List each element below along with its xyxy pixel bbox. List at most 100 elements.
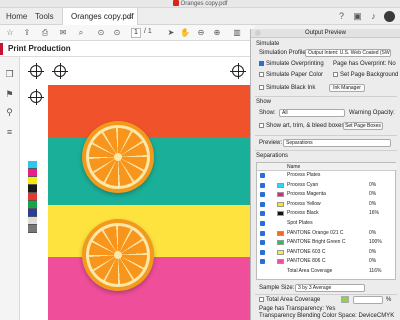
warning-opacity-label: Warning Opacity: — [349, 110, 395, 116]
tab-home[interactable]: Home — [6, 12, 27, 21]
separation-swatch — [277, 240, 284, 246]
separation-row[interactable]: PANTONE Orange 021 C 0% — [257, 230, 397, 237]
tac-value-input[interactable] — [353, 296, 383, 304]
sample-size-select[interactable]: 3 by 3 Average — [295, 284, 365, 292]
pages-thumbnail-icon[interactable]: ❐ — [4, 69, 15, 80]
document-canvas[interactable] — [20, 57, 255, 320]
separation-checkbox-icon[interactable] — [260, 240, 265, 246]
separation-percent: 0% — [369, 229, 377, 236]
page-has-transparency-label: Page has Transparency: — [259, 306, 325, 312]
output-preview-panel: Output Preview Simulate Simulation Profi… — [250, 29, 400, 320]
page-up-icon[interactable]: ⊙ — [96, 28, 106, 38]
hand-tool-icon[interactable]: ✋ — [180, 28, 190, 38]
separation-row[interactable]: Process Black 16% — [257, 210, 397, 217]
page-down-icon[interactable]: ⊙ — [112, 28, 122, 38]
divider — [255, 294, 397, 295]
close-icon[interactable] — [255, 30, 261, 36]
separation-name: Spot Plates — [287, 220, 313, 226]
separation-checkbox-icon[interactable] — [260, 173, 265, 178]
checkbox-unchecked-icon — [259, 72, 264, 77]
orange-slice-image — [82, 219, 154, 291]
set-page-boxes-button[interactable]: Set Page Boxes — [343, 122, 383, 130]
separation-name: Process Cyan — [287, 181, 319, 188]
ink-manager-button[interactable]: Ink Manager — [329, 84, 365, 92]
print-production-bar: Print Production — [0, 41, 255, 57]
separation-row[interactable]: PANTONE 806 C 0% — [257, 258, 397, 265]
bookmark-icon[interactable]: ☆ — [5, 28, 15, 38]
separation-checkbox-icon[interactable] — [260, 249, 265, 255]
show-art-trim-label: Show art, trim, & bleed boxes — [266, 123, 345, 130]
separation-checkbox-icon[interactable] — [260, 230, 265, 236]
separation-row[interactable]: PANTONE Bright Green C 100% — [257, 239, 397, 246]
bookmarks-icon[interactable]: ⚑ — [4, 89, 15, 100]
set-page-background-color-checkbox[interactable]: Set Page Background Color — [333, 72, 400, 78]
separation-checkbox-icon[interactable] — [260, 182, 265, 188]
separation-checkbox-icon[interactable] — [260, 259, 265, 265]
zoom-in-icon[interactable]: ⊕ — [212, 28, 222, 38]
tac-color-swatch[interactable] — [341, 296, 349, 303]
email-icon[interactable]: ✉ — [58, 28, 68, 38]
blending-space-label: Transparency Blending Color Space: — [259, 313, 357, 319]
separation-name: PANTONE 603 C — [287, 248, 326, 255]
simulate-paper-color-checkbox[interactable]: Simulate Paper Color — [259, 72, 323, 78]
separation-row[interactable]: Process Yellow 0% — [257, 201, 397, 208]
tab-tools[interactable]: Tools — [35, 12, 54, 21]
upload-icon[interactable]: ⇪ — [22, 28, 32, 38]
tab-bar: Home Tools Oranges copy.pdf × ? ▣ ♪ — [0, 8, 400, 25]
column-name-header: Name — [287, 164, 301, 170]
checkbox-unchecked-icon — [259, 297, 264, 302]
transparency-blending-space: Transparency Blending Color Space: Devic… — [259, 313, 394, 319]
page-number-input[interactable]: 1 — [131, 28, 141, 38]
show-art-trim-bleed-checkbox[interactable]: Show art, trim, & bleed boxes — [259, 123, 344, 129]
separation-name: PANTONE Bright Green C — [287, 239, 346, 246]
tab-close-icon[interactable]: × — [128, 12, 133, 21]
separation-checkbox-icon[interactable] — [260, 201, 265, 207]
notifications-bell-icon[interactable]: ♪ — [368, 11, 379, 22]
separation-checkbox-icon[interactable] — [260, 211, 265, 217]
color-bar-patch — [28, 161, 37, 169]
separation-name: Process Yellow — [287, 200, 321, 207]
show-select[interactable]: All — [279, 109, 345, 117]
page-has-transparency: Page has Transparency: Yes — [259, 306, 335, 312]
help-icon[interactable]: ? — [336, 11, 347, 22]
separation-row[interactable]: Spot Plates — [257, 220, 397, 227]
separation-percent: 0% — [369, 181, 377, 188]
user-avatar[interactable] — [384, 11, 395, 22]
simulate-black-ink-label: Simulate Black Ink — [266, 85, 316, 92]
separation-row[interactable]: PANTONE 603 C 0% — [257, 249, 397, 256]
chat-icon[interactable]: ▣ — [352, 11, 363, 22]
separation-checkbox-icon[interactable] — [260, 192, 265, 198]
blending-space-value: DeviceCMYK — [358, 313, 395, 319]
preview-label: Preview: — [259, 140, 283, 146]
separation-name: Process Plates — [287, 172, 321, 178]
fit-page-icon[interactable]: ▥ — [232, 28, 242, 38]
simulation-profile-select[interactable]: Output Intent: U.S. Web Coated (SWOP)... — [305, 49, 391, 57]
search-icon[interactable]: ⌕ — [76, 28, 86, 38]
separation-row[interactable]: Total Area Coverage 116% — [257, 268, 397, 275]
separation-row[interactable]: Process Plates — [257, 172, 397, 179]
simulate-black-ink-checkbox[interactable]: Simulate Black Ink — [259, 85, 315, 91]
separation-swatch — [277, 259, 284, 265]
simulate-overprinting-label: Simulate Overprinting — [266, 61, 324, 68]
separation-row[interactable]: Process Cyan 0% — [257, 182, 397, 189]
simulate-section-header: Simulate — [256, 41, 280, 47]
tab-document[interactable]: Oranges copy.pdf — [62, 8, 138, 25]
select-cursor-icon[interactable]: ➤ — [166, 28, 176, 38]
separation-checkbox-icon[interactable] — [260, 221, 265, 226]
separation-swatch — [277, 249, 284, 255]
simulate-overprinting-checkbox[interactable]: Simulate Overprinting — [259, 61, 324, 67]
zoom-out-icon[interactable]: ⊖ — [196, 28, 206, 38]
simulation-profile-label: Simulation Profile: — [259, 50, 308, 56]
total-area-coverage-checkbox[interactable]: Total Area Coverage — [259, 297, 320, 303]
registration-mark — [28, 89, 44, 105]
page-has-overprint-label: Page has Overprint: — [333, 61, 387, 67]
print-icon[interactable]: ⎙ — [40, 28, 50, 38]
attachments-icon[interactable]: ⚲ — [4, 107, 15, 118]
separation-row[interactable]: Process Magenta 0% — [257, 191, 397, 198]
separation-percent: 100% — [369, 239, 382, 246]
panel-title-bar[interactable]: Output Preview — [251, 29, 400, 38]
preview-select[interactable]: Separations — [283, 139, 391, 147]
simulate-paper-color-label: Simulate Paper Color — [266, 72, 324, 79]
color-bar-patch — [28, 177, 37, 185]
layers-icon[interactable]: ≡ — [4, 127, 15, 138]
